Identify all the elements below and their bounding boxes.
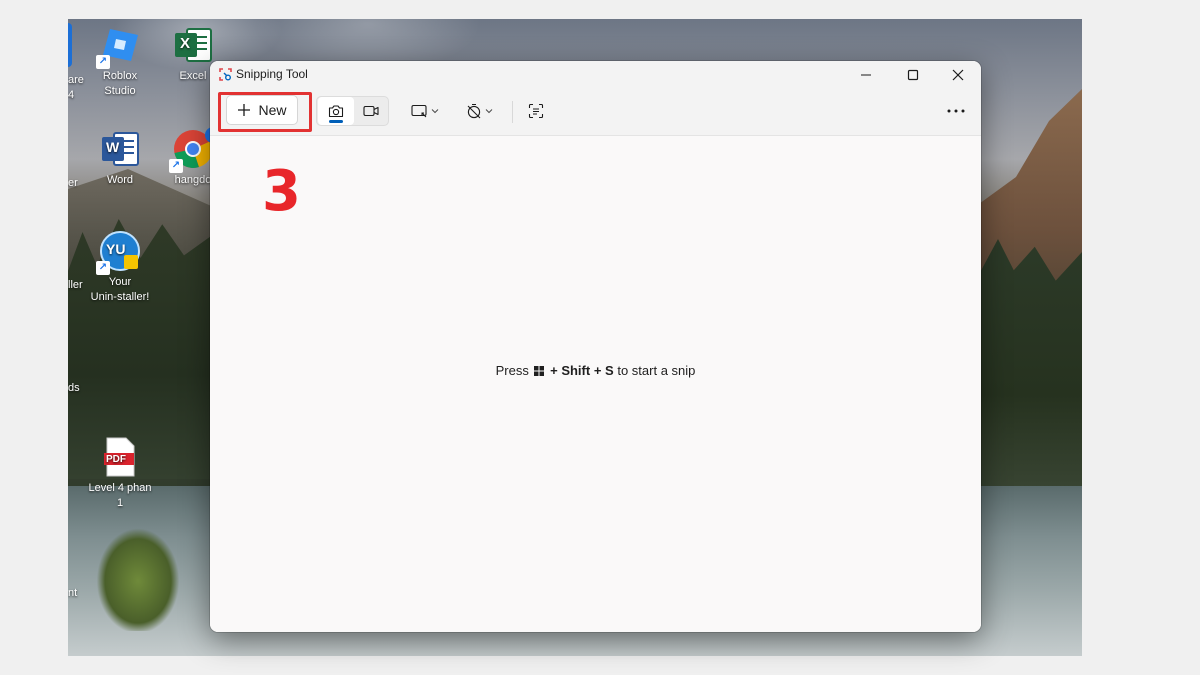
desktop-partial-label: ller <box>68 279 83 291</box>
desktop-partial-label: are <box>68 74 84 86</box>
desktop-icon-your-uninstaller[interactable]: YU ↗ Your Unin-staller! <box>85 229 155 305</box>
desktop-icon-label: Roblox <box>102 70 138 82</box>
title-bar[interactable]: Snipping Tool <box>210 61 981 89</box>
hint-prefix: Press <box>495 363 529 378</box>
desktop-icon-label: Word <box>106 174 134 186</box>
snip-mode-video[interactable] <box>353 97 389 125</box>
camera-icon <box>328 105 344 118</box>
snipping-tool-app-icon <box>219 68 232 81</box>
close-icon <box>952 69 964 81</box>
roblox-studio-icon: ↗ <box>96 23 142 69</box>
hint-plus: + <box>593 363 602 378</box>
desktop-icon-label: 1 <box>116 497 124 509</box>
snipping-tool-window: Snipping Tool New Press + Shift + S to s… <box>210 61 981 632</box>
hint-suffix: to start a snip <box>617 363 696 378</box>
excel-icon: X <box>171 23 215 67</box>
desktop-icon-label: Level 4 phan <box>88 482 152 494</box>
delay-timer-dropdown[interactable] <box>462 97 496 125</box>
chevron-down-icon <box>431 109 439 114</box>
uninstaller-icon: YU ↗ <box>96 229 142 275</box>
new-snip-button[interactable]: New <box>226 95 298 125</box>
chevron-down-icon <box>485 109 492 114</box>
partial-app-icon[interactable] <box>68 23 72 67</box>
wallpaper-grass <box>68 491 188 631</box>
chrome-icon: H ↗ <box>169 127 221 173</box>
shortcut-arrow-icon: ↗ <box>96 261 110 275</box>
windows-key-icon <box>534 366 545 376</box>
hint-s-key: S <box>605 363 614 378</box>
no-delay-timer-icon <box>467 103 480 119</box>
wallpaper-trees-right <box>977 239 1082 499</box>
text-actions-icon <box>528 103 544 119</box>
minimize-button[interactable] <box>843 61 889 89</box>
maximize-button[interactable] <box>890 61 936 89</box>
shortcut-hint: Press + Shift + S to start a snip <box>210 363 981 378</box>
video-camera-icon <box>363 105 379 117</box>
plus-icon <box>238 104 251 116</box>
snip-canvas-area: Press + Shift + S to start a snip <box>210 136 981 632</box>
desktop-icon-word[interactable]: W Word <box>85 127 155 188</box>
close-button[interactable] <box>935 61 981 89</box>
hint-plus: + <box>550 363 558 378</box>
desktop-partial-label: 4 <box>68 89 75 101</box>
step-number-annotation: 3 <box>262 159 301 224</box>
toolbar-divider <box>512 101 513 123</box>
word-icon: W <box>98 127 142 171</box>
desktop-icon-roblox-studio[interactable]: ↗ Roblox Studio <box>85 23 155 99</box>
pdf-file-icon: PDF <box>98 435 142 479</box>
desktop-icon-pdf-file[interactable]: PDF Level 4 phan 1 <box>85 435 155 511</box>
pdf-glyph: PDF <box>106 454 126 465</box>
maximize-icon <box>907 69 919 81</box>
desktop-icon-label: Unin-staller! <box>90 291 150 303</box>
toolbar: New <box>210 89 981 136</box>
snip-mode-toggle <box>316 96 389 126</box>
uninstaller-glyph: YU <box>106 241 126 257</box>
snip-mode-screenshot[interactable] <box>318 97 354 125</box>
word-glyph: W <box>106 139 120 155</box>
desktop-partial-label: nt <box>68 587 78 599</box>
more-options-button[interactable] <box>942 97 970 125</box>
new-button-label: New <box>258 102 287 118</box>
rectangle-snip-icon <box>411 104 427 118</box>
desktop-partial-label: er <box>68 177 78 189</box>
minimize-icon <box>861 74 871 76</box>
desktop-partial-label: ds <box>68 382 80 394</box>
selected-mode-indicator <box>329 120 343 123</box>
excel-glyph: X <box>180 35 191 52</box>
shortcut-arrow-icon: ↗ <box>169 159 183 173</box>
shortcut-arrow-icon: ↗ <box>96 55 110 69</box>
more-options-icon <box>947 109 965 113</box>
desktop-icon-label: Your <box>108 276 132 288</box>
hint-shift-key: Shift <box>561 363 591 378</box>
text-actions-button[interactable] <box>523 97 549 125</box>
window-title: Snipping Tool <box>236 67 308 81</box>
desktop-icon-label: Studio <box>104 85 136 97</box>
snip-shape-dropdown[interactable] <box>408 97 442 125</box>
